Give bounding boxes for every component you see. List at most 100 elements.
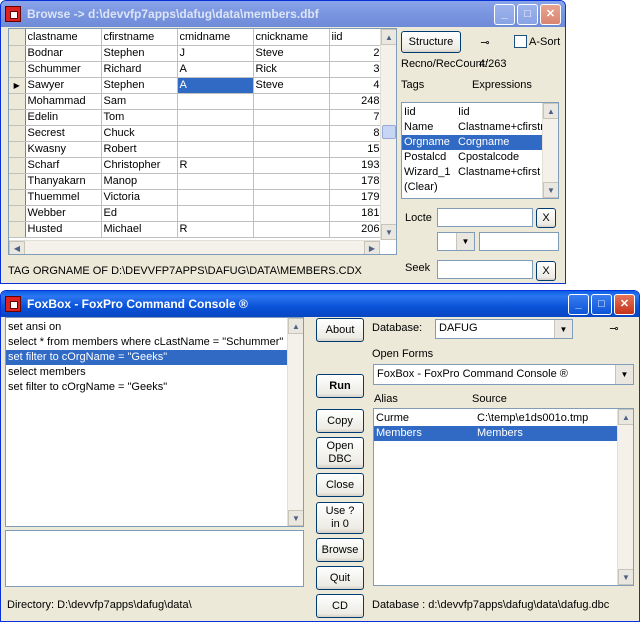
table-cell[interactable]: Secrest bbox=[25, 125, 102, 142]
scroll-thumb[interactable] bbox=[382, 125, 396, 139]
table-cell[interactable] bbox=[253, 157, 330, 174]
command-history-item[interactable]: set ansi on bbox=[6, 320, 287, 335]
locate-value-input[interactable] bbox=[479, 232, 559, 251]
seek-clear-button[interactable]: X bbox=[536, 261, 556, 281]
chevron-down-icon[interactable]: ▼ bbox=[554, 320, 572, 338]
table-cell[interactable]: Manop bbox=[101, 173, 178, 190]
close-button[interactable]: Close bbox=[316, 473, 364, 497]
table-cell[interactable]: Robert bbox=[101, 141, 178, 158]
table-cell[interactable] bbox=[253, 93, 330, 110]
scroll-down-icon[interactable]: ▼ bbox=[618, 569, 633, 585]
chevron-down-icon[interactable]: ▼ bbox=[456, 233, 474, 250]
minimize-icon[interactable]: _ bbox=[494, 3, 515, 25]
tag-list-item[interactable]: Name Clastname+cfirstn bbox=[402, 120, 542, 135]
row-indicator[interactable] bbox=[9, 189, 26, 206]
table-cell[interactable]: 4 bbox=[329, 77, 383, 94]
table-cell[interactable]: Edelin bbox=[25, 109, 102, 126]
tag-list-item[interactable]: Orgname Corgname bbox=[402, 135, 542, 150]
row-indicator[interactable] bbox=[9, 221, 26, 238]
database-select[interactable]: DAFUG ▼ bbox=[435, 319, 573, 339]
column-header[interactable]: cmidname bbox=[177, 29, 254, 46]
scroll-up-icon[interactable]: ▲ bbox=[543, 103, 558, 119]
table-cell[interactable]: Michael bbox=[101, 221, 178, 238]
table-row[interactable]: Thuemmel Victoria 179 bbox=[9, 189, 383, 206]
table-cell[interactable]: Scharf bbox=[25, 157, 102, 174]
close-icon[interactable]: ✕ bbox=[614, 293, 635, 315]
table-cell[interactable]: 181 bbox=[329, 205, 383, 222]
table-cell[interactable] bbox=[253, 125, 330, 142]
table-row[interactable]: Webber Ed 181 bbox=[9, 205, 383, 222]
browse-vertical-scrollbar[interactable]: ▲ ▼ bbox=[380, 29, 396, 240]
quit-button[interactable]: Quit bbox=[316, 566, 364, 590]
run-button[interactable]: Run bbox=[316, 374, 364, 398]
tag-list-item[interactable]: (Clear) bbox=[402, 180, 542, 195]
table-cell[interactable]: Schummer bbox=[25, 61, 102, 78]
browse-titlebar[interactable]: Browse -> d:\devvfp7apps\dafug\data\memb… bbox=[1, 1, 565, 27]
table-cell[interactable]: Stephen bbox=[101, 45, 178, 62]
table-cell[interactable] bbox=[253, 189, 330, 206]
column-header[interactable]: cnickname bbox=[253, 29, 330, 46]
command-history-item[interactable]: select members bbox=[6, 365, 287, 380]
current-record-icon[interactable]: ▶ bbox=[9, 77, 26, 94]
table-cell[interactable] bbox=[253, 173, 330, 190]
browse-grid[interactable]: clastname cfirstname cmidname cnickname … bbox=[8, 28, 397, 255]
command-history-item[interactable]: set filter to cOrgName = "Geeks" bbox=[6, 380, 287, 395]
row-indicator[interactable] bbox=[9, 141, 26, 158]
column-header[interactable]: clastname bbox=[25, 29, 102, 46]
table-cell[interactable] bbox=[177, 173, 254, 190]
table-cell[interactable]: Ed bbox=[101, 205, 178, 222]
table-cell[interactable]: Richard bbox=[101, 61, 178, 78]
tags-list[interactable]: Iid Iid Name Clastname+cfirstn Orgname Corgna… bbox=[401, 102, 559, 199]
table-cell[interactable] bbox=[253, 205, 330, 222]
table-cell[interactable] bbox=[177, 125, 254, 142]
table-cell[interactable]: A bbox=[177, 61, 254, 78]
table-cell[interactable]: R bbox=[177, 157, 254, 174]
table-cell[interactable]: R bbox=[177, 221, 254, 238]
table-cell[interactable]: Chuck bbox=[101, 125, 178, 142]
tag-list-item[interactable]: Iid Iid bbox=[402, 105, 542, 120]
table-cell[interactable]: A bbox=[177, 77, 254, 94]
open-dbc-button[interactable]: Open DBC bbox=[316, 437, 364, 469]
table-cell[interactable]: 15 bbox=[329, 141, 383, 158]
table-cell[interactable]: 3 bbox=[329, 61, 383, 78]
row-indicator[interactable] bbox=[9, 61, 26, 78]
table-cell[interactable] bbox=[177, 205, 254, 222]
command-history-scrollbar[interactable]: ▲ ▼ bbox=[287, 318, 303, 526]
table-cell[interactable]: Bodnar bbox=[25, 45, 102, 62]
table-cell[interactable]: Christopher bbox=[101, 157, 178, 174]
table-row[interactable]: Schummer Richard A Rick 3 bbox=[9, 61, 383, 78]
pin-icon[interactable]: ⊸ bbox=[476, 36, 494, 49]
table-row[interactable]: Kwasny Robert 15 bbox=[9, 141, 383, 158]
table-cell[interactable] bbox=[177, 189, 254, 206]
table-cell[interactable]: Husted bbox=[25, 221, 102, 238]
scroll-up-icon[interactable]: ▲ bbox=[381, 29, 396, 45]
scroll-up-icon[interactable]: ▲ bbox=[618, 409, 633, 425]
chevron-down-icon[interactable]: ▼ bbox=[615, 365, 633, 384]
command-editor[interactable] bbox=[5, 530, 304, 587]
table-row[interactable]: Thanyakarn Manop 178 bbox=[9, 173, 383, 190]
table-cell[interactable]: 206 bbox=[329, 221, 383, 238]
table-row[interactable]: Scharf Christopher R 193 bbox=[9, 157, 383, 174]
table-cell[interactable]: J bbox=[177, 45, 254, 62]
scroll-down-icon[interactable]: ▼ bbox=[543, 182, 558, 198]
maximize-icon[interactable]: □ bbox=[591, 293, 612, 315]
seek-input[interactable] bbox=[437, 260, 533, 279]
scroll-up-icon[interactable]: ▲ bbox=[288, 318, 303, 334]
minimize-icon[interactable]: _ bbox=[568, 293, 589, 315]
browse-horizontal-scrollbar[interactable]: ◀ ▶ bbox=[9, 240, 380, 254]
table-cell[interactable]: Webber bbox=[25, 205, 102, 222]
table-cell[interactable]: 178 bbox=[329, 173, 383, 190]
column-header[interactable]: cfirstname bbox=[101, 29, 178, 46]
row-indicator[interactable] bbox=[9, 173, 26, 190]
table-cell[interactable] bbox=[253, 141, 330, 158]
tags-scrollbar[interactable]: ▲ ▼ bbox=[542, 103, 558, 198]
about-button[interactable]: About bbox=[316, 318, 364, 342]
table-cell[interactable] bbox=[177, 93, 254, 110]
scroll-down-icon[interactable]: ▼ bbox=[288, 510, 303, 526]
table-row[interactable]: Husted Michael R 206 bbox=[9, 221, 383, 238]
table-cell[interactable] bbox=[177, 109, 254, 126]
table-cell[interactable]: 248 bbox=[329, 93, 383, 110]
asort-checkbox[interactable] bbox=[514, 35, 527, 48]
scroll-right-icon[interactable]: ▶ bbox=[364, 241, 380, 254]
structure-button[interactable]: Structure bbox=[401, 31, 461, 53]
